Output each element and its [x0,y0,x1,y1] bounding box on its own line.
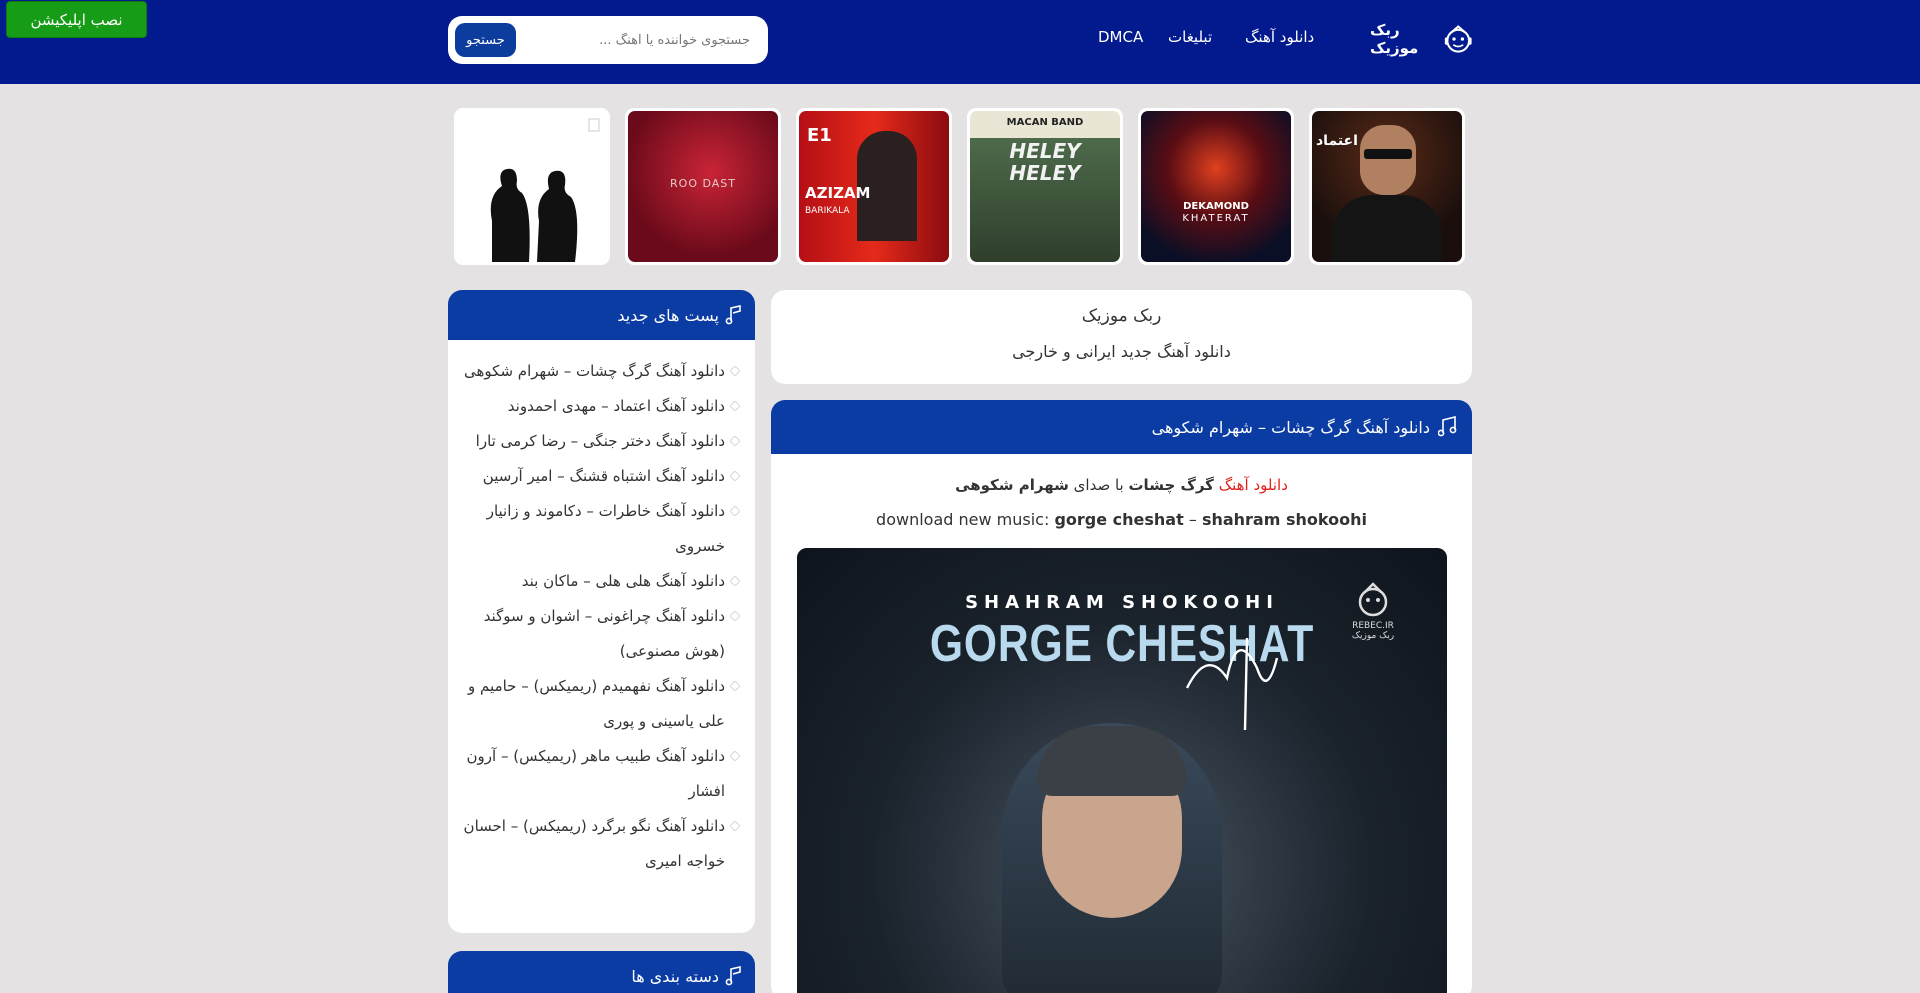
nav-dmca[interactable]: DMCA [1098,28,1143,46]
post-link[interactable]: دانلود آهنگ گرگ چشات – شهرام شکوهی [460,354,739,389]
nav-download-music[interactable]: دانلود آهنگ [1245,28,1314,46]
site-header: نصب اپلیکیشن جستجو DMCA تبلیغات دانلود آ… [0,0,1920,84]
new-posts-list: دانلود آهنگ گرگ چشات – شهرام شکوهی دانلو… [448,340,755,889]
thumbnail-6[interactable]: اعتماد [1309,108,1465,265]
sunglasses [1364,149,1412,159]
silhouettes-image [490,118,600,262]
macan-band-label: MACAN BAND [1006,117,1084,128]
search-button[interactable]: جستجو [455,23,516,57]
post-link[interactable]: دانلود آهنگ چراغونی – اشوان و سوگند (هوش… [460,599,739,669]
new-posts-widget: پست های جدید دانلود آهنگ گرگ چشات – شهرا… [448,290,755,933]
thumbnail-5-subcaption: KHATERAT [1182,213,1250,224]
song-name-fa: گرگ چشات [1128,476,1214,494]
nav-ads[interactable]: تبلیغات [1168,28,1212,46]
intro-subtitle: دانلود آهنگ جدید ایرانی و خارجی [1012,342,1231,361]
new-posts-header: پست های جدید [448,290,755,340]
categories-title: دسته بندی ها [631,966,719,986]
jacket [1332,195,1442,262]
singer-hair [1037,726,1187,796]
thumbnail-4-caption: HELEY [1009,139,1081,163]
artist-name-fa: شهرام شکوهی [955,476,1069,494]
dash: – [1188,510,1197,529]
post-link[interactable]: دانلود آهنگ خاطرات – دکاموند و زانیار خس… [460,494,739,564]
intro-card: ربک موزیک دانلود آهنگ جدید ایرانی و خارج… [771,290,1472,384]
post-link[interactable]: دانلود آهنگ دختر جنگی – رضا کرمی تارا [460,424,739,459]
thumbnail-4-image: MACAN BAND HELEY HELEY [970,111,1120,262]
download-link[interactable]: دانلود آهنگ [1219,476,1288,494]
rebec-logo-icon [1358,582,1388,617]
post-header: دانلود آهنگ گرگ چشات – شهرام شکوهی [771,400,1472,454]
singer-face [1360,125,1416,195]
thumbnail-3-image: E1 AZIZAM BARIKALA [799,111,949,262]
thumbnail-5-image: DEKAMOND KHATERAT [1141,111,1291,262]
post-link[interactable]: دانلود آهنگ طبیب ماهر (ریمیکس) – آرون اف… [460,739,739,809]
post-link[interactable]: دانلود آهنگ اعتماد – مهدی احمدوند [460,389,739,424]
with-voice-of: با صدای [1073,476,1124,494]
music-notes-icon [1438,416,1457,437]
album-cover: SHAHRAM SHOKOOHI GORGE CHESHAT REBEC.IR … [797,548,1447,993]
thumbnail-6-caption: اعتماد [1316,133,1358,149]
rebec-watermark: REBEC.IR ربک موزیک [1345,578,1401,641]
e1-logo: E1 [807,125,832,146]
artist-name-en: shahram shokoohi [1201,510,1367,529]
thumbnail-2-image: ROO DAST [628,111,778,262]
thumbnail-2[interactable]: ROO DAST [625,108,781,265]
thumbnail-3[interactable]: E1 AZIZAM BARIKALA [796,108,952,265]
post-link[interactable]: دانلود آهنگ نگو برگرد (ریمیکس) – احسان خ… [460,809,739,879]
thumbnail-5[interactable]: DEKAMOND KHATERAT [1138,108,1294,265]
new-posts-title: پست های جدید [617,305,719,325]
signature-graphic [1185,637,1279,731]
site-logo[interactable]: ربک موزیک [1370,19,1472,59]
thumbnail-6-image: اعتماد [1312,111,1462,262]
post-link[interactable]: دانلود آهنگ هلی هلی – ماکان بند [460,564,739,599]
music-note-icon [725,305,741,325]
thumbnail-4-subcaption: HELEY [1009,161,1081,185]
categories-widget: دسته بندی ها [448,951,755,993]
thumbnail-3-subcaption: BARIKALA [805,206,850,216]
download-prefix: download new music: [876,510,1050,529]
rebec-watermark-text-fa: ربک موزیک [1351,631,1395,641]
rebec-watermark-text: REBEC.IR [1352,621,1394,631]
install-app-button[interactable]: نصب اپلیکیشن [6,1,147,38]
post-intro-en: download new music: gorge cheshat – shah… [771,510,1472,529]
categories-header: دسته بندی ها [448,951,755,993]
song-name-en: gorge cheshat [1054,510,1184,529]
cover-title: GORGE CHESHAT [929,615,1315,673]
post-title[interactable]: دانلود آهنگ گرگ چشات – شهرام شکوهی [1152,418,1430,437]
thumbnail-4[interactable]: MACAN BAND HELEY HELEY [967,108,1123,265]
logo-text: ربک موزیک [1370,21,1419,57]
thumbnail-1-image [457,111,607,262]
search-input[interactable] [522,23,758,57]
intro-title: ربک موزیک [1081,306,1162,326]
thumbnail-2-caption: ROO DAST [670,177,736,190]
thumbnail-3-caption: AZIZAM [805,184,871,202]
thumbnail-1[interactable] [454,108,610,265]
thumbnail-5-caption: DEKAMOND [1183,201,1249,212]
post-link[interactable]: دانلود آهنگ نفهمیدم (ریمیکس) – حامیم و ع… [460,669,739,739]
logo-icon [1444,25,1472,53]
music-note-icon [725,966,741,986]
post-intro-fa: دانلود آهنگ گرگ چشات با صدای شهرام شکوهی [771,476,1472,494]
search-box: جستجو [448,16,768,64]
post-link[interactable]: دانلود آهنگ اشتباه قشنگ – امیر آرسین [460,459,739,494]
post-card: دانلود آهنگ گرگ چشات – شهرام شکوهی دانلو… [771,400,1472,993]
